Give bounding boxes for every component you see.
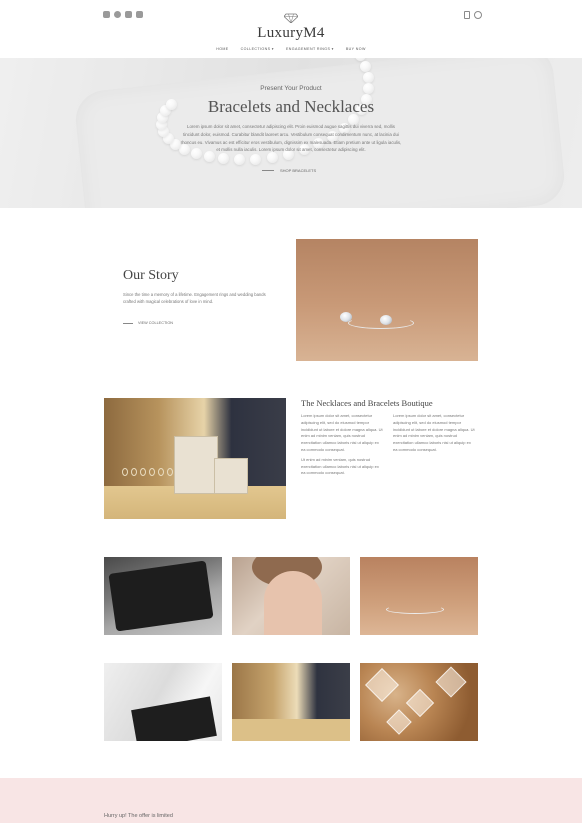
gallery-image-crystals[interactable]	[360, 663, 478, 741]
shield-icon[interactable]	[125, 11, 132, 18]
promo-banner: Hurry up! The offer is limited	[0, 778, 582, 823]
social-links	[103, 11, 143, 18]
story-title: Our Story	[123, 268, 179, 283]
jewelry-display-photo	[104, 398, 286, 519]
story-text: Since the time a memory of a lifetime. E…	[123, 292, 266, 304]
main-nav: HOME COLLECTIONS ▾ ENGAGEMENT RINGS ▾ BU…	[0, 47, 582, 51]
hero-title: Bracelets and Necklaces	[207, 97, 375, 116]
instagram-icon[interactable]	[103, 11, 110, 18]
nav-home[interactable]: HOME	[216, 47, 228, 51]
boutique-column-2: Lorem ipsum dolor sit amet, consectetur …	[393, 413, 475, 452]
boutique-column-1: Lorem ipsum dolor sit amet, consectetur …	[301, 413, 383, 476]
gallery-image-ring[interactable]	[360, 557, 478, 635]
nav-buy-now[interactable]: BUY NOW	[346, 47, 366, 51]
hero-banner: Present Your Product Bracelets and Neckl…	[0, 58, 582, 208]
hero-description: Lorem ipsum dolor sit amet, consectetur …	[180, 124, 402, 153]
gallery-image-gift-box[interactable]	[104, 663, 222, 741]
boutique-title: The Necklaces and Bracelets Boutique	[301, 398, 433, 408]
globe-icon[interactable]	[114, 11, 121, 18]
shop-bracelets-link[interactable]: SHOP BRACELETS	[262, 168, 316, 173]
nav-engagement-rings[interactable]: ENGAGEMENT RINGS ▾	[286, 47, 334, 51]
user-icon[interactable]	[474, 11, 482, 19]
diamond-icon	[284, 13, 298, 23]
site-header: LuxuryM4 HOME COLLECTIONS ▾ ENGAGEMENT R…	[0, 0, 582, 58]
phone-icon[interactable]	[464, 11, 470, 19]
view-collection-link[interactable]: VIEW COLLECTION	[123, 321, 173, 325]
promo-text: Hurry up! The offer is limited	[104, 813, 173, 819]
gallery-image-pearl-box[interactable]	[104, 557, 222, 635]
gallery-image-display[interactable]	[232, 663, 350, 741]
utility-links	[464, 11, 482, 19]
nav-collections[interactable]: COLLECTIONS ▾	[241, 47, 274, 51]
hero-kicker: Present Your Product	[260, 85, 322, 92]
gallery-image-model-necklace[interactable]	[232, 557, 350, 635]
ring-photo	[296, 239, 478, 361]
brand-logo[interactable]: LuxuryM4	[0, 25, 582, 42]
send-icon[interactable]	[136, 11, 143, 18]
